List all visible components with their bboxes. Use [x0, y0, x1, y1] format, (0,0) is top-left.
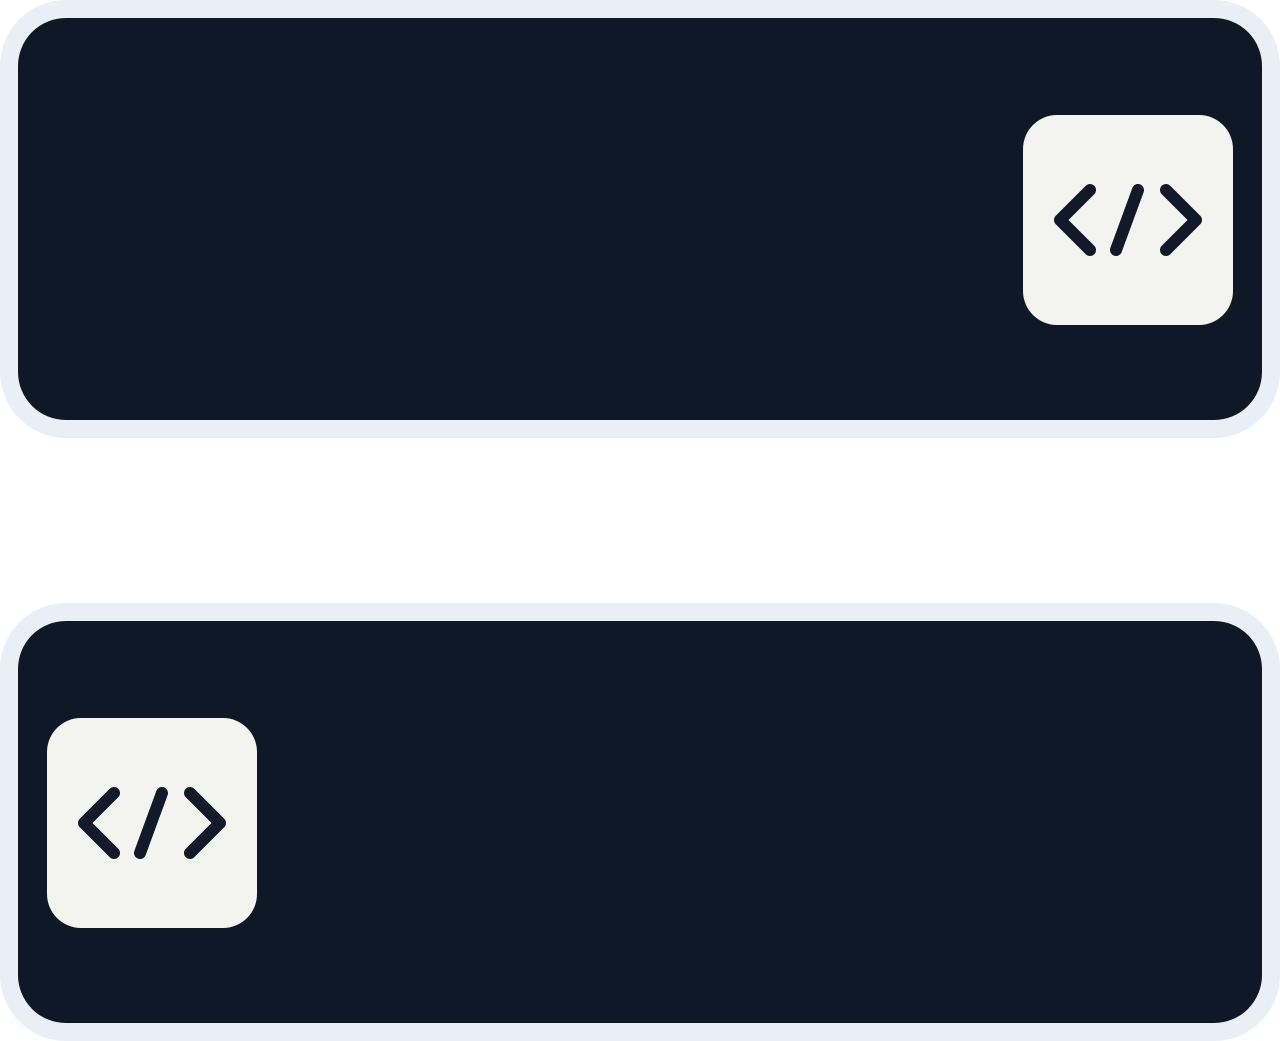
- code-icon: [1054, 184, 1202, 256]
- code-button[interactable]: [47, 718, 257, 928]
- code-button[interactable]: [1023, 115, 1233, 325]
- top-panel: [0, 0, 1280, 438]
- code-icon: [78, 787, 226, 859]
- bottom-panel: [0, 603, 1280, 1041]
